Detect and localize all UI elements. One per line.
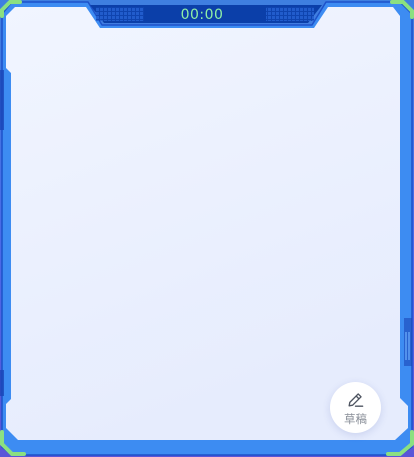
pencil-icon [348,393,364,407]
draft-button-label: 草稿 [344,412,367,426]
timer-display: 00:00 [180,7,224,23]
draft-button[interactable]: 草稿 [330,382,381,433]
answer-area: 00:00 草稿 [0,0,414,457]
